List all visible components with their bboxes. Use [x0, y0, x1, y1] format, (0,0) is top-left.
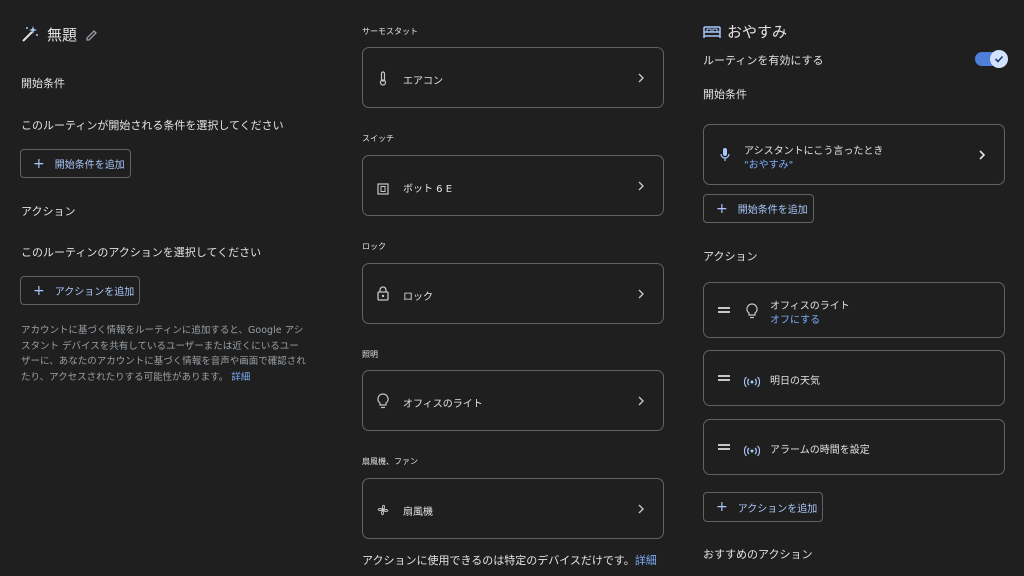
bed-icon [703, 24, 721, 43]
device-name: 扇風機 [403, 507, 433, 518]
account-notice: アカウントに基づく情報をルーティンに追加すると、Google アシ スタント デ… [21, 323, 331, 385]
add-start-condition-label: 開始条件を追加 [737, 205, 808, 216]
broadcast-icon [743, 442, 761, 461]
section-label-thermostat: サーモスタット [362, 27, 418, 36]
notice-line: たり、アクセスされたりする可能性があります。 [21, 371, 229, 383]
broadcast-icon [743, 373, 761, 392]
drag-handle-icon[interactable] [718, 307, 730, 313]
lock-icon [377, 286, 389, 305]
edit-pencil-icon[interactable] [85, 27, 98, 41]
chevron-right-icon [638, 181, 644, 190]
drag-handle-icon[interactable] [718, 375, 730, 381]
drag-handle-icon[interactable] [718, 444, 730, 450]
start-condition-heading: 開始条件 [21, 77, 65, 90]
chevron-right-icon [638, 396, 644, 405]
device-name: オフィスのライト [403, 399, 483, 410]
start-condition-heading: 開始条件 [703, 88, 747, 101]
add-start-condition-button[interactable]: + 開始条件を追加 [20, 149, 131, 178]
plus-icon: + [33, 282, 45, 299]
device-card-lock[interactable]: ロック [362, 263, 664, 324]
action-card-weather[interactable]: 明日の天気 [703, 350, 1005, 406]
lightbulb-icon [377, 393, 389, 413]
notice-line: ザーに、あなたのアカウントに基づく情報を音声や画面で確認され [21, 356, 306, 367]
enable-routine-label: ルーティンを有効にする [703, 54, 824, 67]
add-action-label: アクションを追加 [737, 503, 818, 515]
chevron-right-icon [638, 73, 644, 82]
notice-line: アカウントに基づく情報をルーティンに追加すると、Google アシ [21, 325, 304, 336]
device-name: ロック [403, 292, 433, 303]
device-footer-link[interactable]: 詳細 [635, 554, 657, 567]
routine-name: おやすみ [727, 23, 788, 41]
routine-title: 無題 [47, 26, 78, 44]
plus-icon: + [716, 200, 728, 217]
fan-icon [376, 502, 390, 521]
add-action-button[interactable]: + アクションを追加 [20, 276, 140, 305]
toggle-knob [990, 50, 1008, 68]
chevron-right-icon [638, 504, 644, 513]
add-start-condition-label: 開始条件を追加 [54, 160, 125, 171]
plus-icon: + [716, 499, 728, 515]
section-label-lock: ロック [362, 242, 386, 251]
device-card-aircon[interactable]: エアコン [362, 47, 664, 108]
section-label-fan: 扇風機、ファン [362, 457, 418, 466]
switch-icon [377, 180, 389, 199]
chevron-right-icon [979, 149, 986, 160]
action-subtitle: オフにする [770, 315, 821, 326]
starter-title: アシスタントにこう言ったとき [744, 146, 884, 157]
magic-wand-icon [21, 25, 39, 43]
thermometer-icon [378, 71, 388, 90]
start-condition-desc: このルーティンが開始される条件を選択してください [21, 119, 284, 132]
device-footer-text: アクションに使用できるのは特定のデバイスだけです。 [362, 554, 635, 567]
chevron-right-icon [638, 289, 644, 298]
suggested-actions-heading: おすすめのアクション [703, 548, 813, 561]
device-card-bot[interactable]: ボット 6 E [362, 155, 664, 216]
action-title: アラームの時間を設定 [770, 445, 870, 456]
device-card-fan[interactable]: 扇風機 [362, 478, 664, 539]
device-card-office-light[interactable]: オフィスのライト [362, 370, 664, 431]
action-heading: アクション [703, 250, 758, 263]
notice-details-link[interactable]: 詳細 [231, 372, 250, 383]
add-action-button[interactable]: + アクションを追加 [703, 492, 823, 522]
section-label-lighting: 照明 [362, 350, 378, 359]
device-name: ボット 6 E [403, 184, 453, 195]
microphone-icon [720, 147, 730, 167]
action-card-alarm[interactable]: アラームの時間を設定 [703, 419, 1005, 475]
action-card-office-light[interactable]: オフィスのライト オフにする [703, 282, 1005, 338]
device-footer: アクションに使用できるのは特定のデバイスだけです。詳細 [362, 552, 657, 568]
action-heading: アクション [21, 205, 76, 218]
lightbulb-icon [746, 303, 758, 323]
starter-phrase: "おやすみ" [744, 160, 794, 171]
notice-line: スタント デバイスを共有しているユーザーまたは近くにいるユー [21, 340, 299, 352]
check-icon [994, 55, 1004, 63]
action-desc: このルーティンのアクションを選択してください [21, 246, 262, 259]
plus-icon: + [33, 155, 45, 172]
section-label-switch: スイッチ [362, 134, 394, 143]
device-name: エアコン [403, 76, 443, 87]
action-title: 明日の天気 [770, 376, 820, 387]
add-start-condition-button[interactable]: + 開始条件を追加 [703, 194, 814, 223]
enable-routine-toggle[interactable] [975, 50, 1008, 68]
action-title: オフィスのライト [770, 301, 850, 312]
starter-card-voice[interactable]: アシスタントにこう言ったとき "おやすみ" [703, 124, 1005, 185]
add-action-label: アクションを追加 [54, 287, 135, 298]
